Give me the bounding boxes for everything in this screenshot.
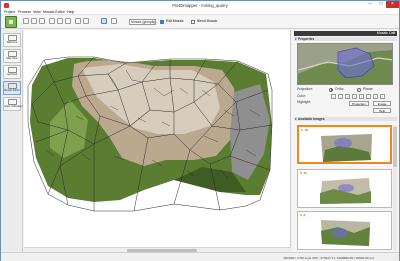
save-icon[interactable] bbox=[39, 18, 45, 24]
highlight-label: Highlight: bbox=[297, 100, 312, 104]
polygon-tool-icon[interactable] bbox=[111, 18, 117, 24]
color-swatch-7[interactable]: ▫ bbox=[373, 94, 378, 99]
sidebar-item-welcome[interactable]: Welcome bbox=[3, 33, 21, 47]
image-label: 0_12 bbox=[300, 171, 307, 175]
sidebar-item-label: Map View bbox=[6, 57, 18, 60]
mosaic-select[interactable]: Mosaic (group1) ▾ bbox=[129, 19, 156, 25]
sidebar-item-label: Welcome bbox=[6, 41, 18, 44]
image-thumbnail[interactable]: 0_8 bbox=[297, 211, 392, 250]
grid-icon[interactable] bbox=[83, 18, 89, 24]
planar-label: Planar bbox=[363, 87, 373, 91]
ortho-radio[interactable] bbox=[329, 87, 333, 92]
sidebar: Welcome Map View rayCloud Mosaic Editor … bbox=[1, 30, 23, 252]
color-label: Color: bbox=[297, 94, 307, 98]
mosaic-canvas[interactable] bbox=[24, 30, 291, 252]
resize-grip-icon[interactable]: ⋰ bbox=[394, 256, 397, 260]
help-button[interactable]: Help bbox=[373, 108, 391, 113]
edit-mosaic-label: Edit Mosaic bbox=[166, 19, 184, 23]
title-bar: Pix4Dmapper - mining_quarry – □ × bbox=[1, 1, 399, 10]
sidebar-item-mosaic-editor[interactable]: Mosaic Editor bbox=[3, 81, 21, 95]
projection-label: Projection: bbox=[297, 87, 314, 91]
panel-close-icon[interactable]: × bbox=[393, 31, 395, 36]
panel-scrollbar[interactable] bbox=[393, 125, 397, 251]
blend-mosaic-checkbox[interactable] bbox=[191, 20, 195, 24]
color-swatch-6[interactable]: ▫ bbox=[366, 94, 371, 99]
cell-preview-image bbox=[297, 43, 393, 85]
sidebar-item-label: rayCloud bbox=[6, 73, 18, 76]
image-label: 0_18 bbox=[301, 128, 308, 132]
new-project-icon[interactable] bbox=[23, 18, 29, 24]
ortho-label: Ortho bbox=[335, 87, 344, 91]
color-swatch-2[interactable]: ▫ bbox=[338, 94, 343, 99]
sidebar-item-raycloud[interactable]: rayCloud bbox=[3, 65, 21, 79]
image-label: 0_8 bbox=[300, 213, 306, 217]
maximize-button[interactable]: □ bbox=[376, 1, 386, 8]
panel-title: Mosaic Cell × bbox=[294, 31, 397, 36]
sidebar-item-map-view[interactable]: Map View bbox=[3, 49, 21, 63]
window-title: Pix4Dmapper - mining_quarry bbox=[172, 3, 228, 8]
color-swatch-1[interactable]: ▫ bbox=[331, 94, 336, 99]
thumbnail-image bbox=[321, 134, 372, 162]
mosaic-view[interactable] bbox=[24, 30, 291, 247]
chevron-down-icon: ▾ bbox=[152, 20, 154, 24]
sidebar-item-label: Mosaic Editor bbox=[4, 89, 20, 92]
close-button[interactable]: × bbox=[386, 1, 399, 8]
pan-icon[interactable] bbox=[65, 18, 71, 24]
color-swatch-5[interactable]: ▫ bbox=[359, 94, 364, 99]
color-swatch-8[interactable]: ▫ bbox=[380, 94, 385, 99]
edit-mosaic-checkbox[interactable] bbox=[160, 20, 164, 24]
app-window: Pix4Dmapper - mining_quarry – □ × Projec… bbox=[0, 0, 400, 261]
minimize-button[interactable]: – bbox=[365, 1, 375, 8]
color-swatch-3[interactable]: ▫ bbox=[345, 94, 350, 99]
projection-button[interactable]: Projection bbox=[349, 101, 369, 106]
thumbnail-image bbox=[321, 220, 370, 246]
thumbnail-image bbox=[320, 178, 371, 204]
color-swatch-4[interactable]: ▫ bbox=[352, 94, 357, 99]
sidebar-item-label: Index Calculator bbox=[4, 105, 23, 108]
zoom-out-icon[interactable] bbox=[57, 18, 63, 24]
layers-icon[interactable] bbox=[75, 18, 81, 24]
pix4d-logo-icon bbox=[5, 16, 17, 28]
scrollbar-thumb[interactable] bbox=[393, 127, 397, 167]
mosaic-select-value: Mosaic (group1) bbox=[131, 20, 155, 24]
toolbar: Mosaic (group1) ▾ Edit Mosaic Blend Mosa… bbox=[1, 15, 399, 29]
blend-mosaic-label: Blend Mosaic bbox=[197, 19, 218, 23]
status-bar: WGS84 / UTM zone 32N : 373227.71, 516858… bbox=[1, 252, 399, 261]
select-cursor-icon[interactable] bbox=[101, 18, 107, 24]
image-thumbnail[interactable]: 0_18 bbox=[297, 125, 392, 164]
planar-radio[interactable] bbox=[357, 87, 361, 92]
preview-svg bbox=[298, 44, 392, 84]
open-project-icon[interactable] bbox=[31, 18, 37, 24]
sidebar-item-index-calculator[interactable]: Index Calculator bbox=[3, 97, 23, 111]
available-images-section[interactable]: Available Images bbox=[294, 117, 397, 121]
properties-section[interactable]: Properties bbox=[294, 37, 397, 41]
image-button[interactable]: Image bbox=[373, 101, 391, 106]
zoom-in-icon[interactable] bbox=[49, 18, 55, 24]
coordinates-readout: WGS84 / UTM zone 32N : 373227.71, 516858… bbox=[283, 256, 374, 260]
image-thumbnail[interactable]: 0_12 bbox=[297, 169, 392, 208]
